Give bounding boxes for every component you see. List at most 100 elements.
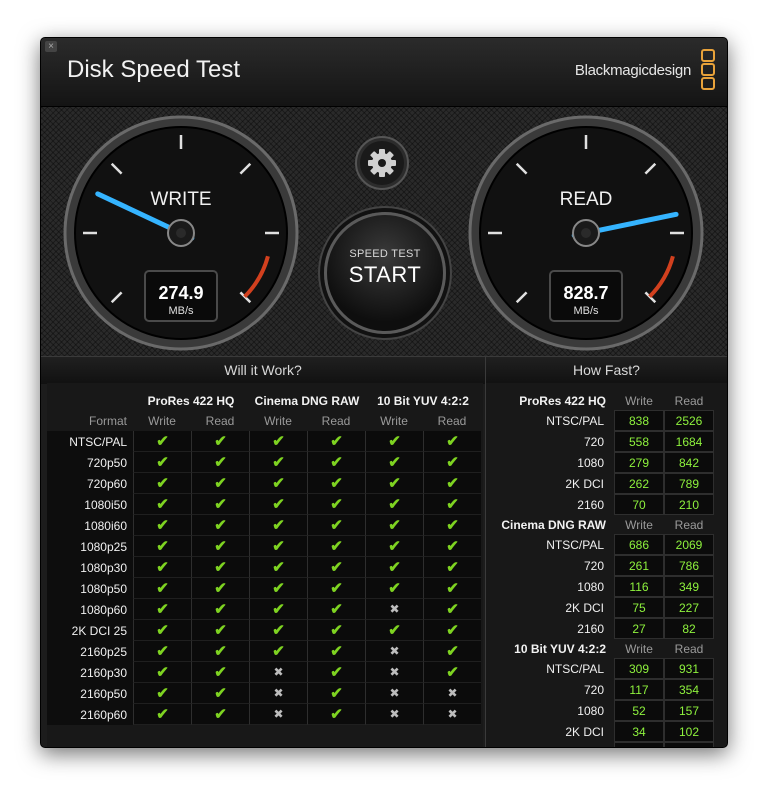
read-fps-value: 786 <box>664 555 714 576</box>
table-row: 2K DCI 25 ✔ ✔ ✔ ✔ ✔ ✔ <box>47 620 481 641</box>
checkmark-icon: ✔ <box>214 517 227 534</box>
cross-icon: ✖ <box>273 707 284 721</box>
checkmark-icon: ✔ <box>446 496 459 513</box>
settings-button[interactable] <box>354 135 410 191</box>
checkmark-icon: ✔ <box>388 622 401 639</box>
checkmark-icon: ✔ <box>446 517 459 534</box>
checkmark-icon: ✔ <box>214 643 227 660</box>
format-label: 720p50 <box>47 452 133 473</box>
checkmark-icon: ✔ <box>330 580 343 597</box>
table-row: NTSC/PAL 686 2069 <box>486 534 714 555</box>
read-fps-value: 210 <box>664 494 714 515</box>
checkmark-icon: ✔ <box>388 454 401 471</box>
write-fps-value: 34 <box>614 721 664 742</box>
table-row: NTSC/PAL ✔ ✔ ✔ ✔ ✔ ✔ <box>47 431 481 452</box>
read-fps-value: 931 <box>664 658 714 679</box>
table-row: 720 261 786 <box>486 555 714 576</box>
cross-icon: ✖ <box>389 644 400 658</box>
gauge-panel: WRITE 274.9 MB/s SPEED TEST START READ 828.… <box>41 107 727 356</box>
will-it-work-header: Will it Work? <box>41 356 485 384</box>
resolution-label: 2K DCI <box>565 600 604 615</box>
cross-icon: ✖ <box>273 665 284 679</box>
read-fps-value: 227 <box>664 597 714 618</box>
checkmark-icon: ✔ <box>214 496 227 513</box>
resolution-label: 2K DCI <box>565 724 604 739</box>
table-row: 21601237 <box>486 742 714 748</box>
checkmark-icon: ✔ <box>272 475 285 492</box>
read-fps-value: 1684 <box>664 431 714 452</box>
format-label: NTSC/PAL <box>47 431 133 452</box>
write-fps-value: 12 <box>614 742 664 747</box>
read-fps-value: 349 <box>664 576 714 597</box>
checkmark-icon: ✔ <box>388 475 401 492</box>
table-row: 2160p60 ✔ ✔ ✖ ✔ ✖ ✖ <box>47 704 481 725</box>
checkmark-icon: ✔ <box>330 475 343 492</box>
checkmark-icon: ✔ <box>330 538 343 555</box>
write-fps-value: 52 <box>614 700 664 721</box>
format-label: 2160p30 <box>47 662 133 683</box>
format-label: 1080i60 <box>47 515 133 536</box>
resolution-label: 2160 <box>486 742 614 748</box>
checkmark-icon: ✔ <box>330 622 343 639</box>
format-label: 1080p60 <box>47 599 133 620</box>
write-fps-value: 70 <box>614 494 664 515</box>
checkmark-icon: ✔ <box>330 559 343 576</box>
checkmark-icon: ✔ <box>156 643 169 660</box>
resolution-label: 1080 <box>577 455 604 470</box>
checkmark-icon: ✔ <box>330 496 343 513</box>
column-header: Write <box>380 414 408 428</box>
read-column-header: Read <box>674 393 704 408</box>
gauge-value: 274.9 <box>158 283 203 303</box>
frame-rate-table: ProRes 422 HQ Write Read NTSC/PAL 838 2526 720… <box>486 391 714 748</box>
cross-icon: ✖ <box>447 707 458 721</box>
cross-icon: ✖ <box>273 686 284 700</box>
table-row: 720 117 354 <box>486 679 714 700</box>
gear-icon <box>368 149 396 177</box>
checkmark-icon: ✔ <box>272 580 285 597</box>
checkmark-icon: ✔ <box>446 454 459 471</box>
checkmark-icon: ✔ <box>388 496 401 513</box>
resolution-label: 720 <box>583 434 604 449</box>
gauge-value: 828.7 <box>563 283 608 303</box>
checkmark-icon: ✔ <box>330 685 343 702</box>
checkmark-icon: ✔ <box>214 664 227 681</box>
write-fps-value: 262 <box>614 473 664 494</box>
format-label: 2K DCI 25 <box>47 620 133 641</box>
column-header: Read <box>321 414 351 428</box>
write-fps-value: 75 <box>614 597 664 618</box>
column-header: Write <box>148 414 176 428</box>
table-row: 1080i60 ✔ ✔ ✔ ✔ ✔ ✔ <box>47 515 481 536</box>
codec-group-title: ProRes 422 HQ <box>519 393 606 408</box>
checkmark-icon: ✔ <box>388 517 401 534</box>
format-label: 2160p50 <box>47 683 133 704</box>
how-fast-panel: ProRes 422 HQ Write Read NTSC/PAL 838 2526 720… <box>486 383 727 748</box>
gauge-hub-center <box>176 228 186 238</box>
table-row: 2K DCI 75 227 <box>486 597 714 618</box>
cross-icon: ✖ <box>447 686 458 700</box>
resolution-label: 720 <box>583 682 604 697</box>
write-fps-value: 117 <box>614 679 664 700</box>
checkmark-icon: ✔ <box>446 664 459 681</box>
write-column-header: Write <box>625 393 653 408</box>
checkmark-icon: ✔ <box>388 580 401 597</box>
checkmark-icon: ✔ <box>446 601 459 618</box>
checkmark-icon: ✔ <box>214 622 227 639</box>
group-header: ProRes 422 HQ <box>147 394 235 408</box>
cross-icon: ✖ <box>389 602 400 616</box>
close-button[interactable]: × <box>45 41 57 52</box>
read-fps-value: 789 <box>664 473 714 494</box>
write-column-header: Write <box>625 641 653 656</box>
read-fps-value: 2526 <box>664 410 714 431</box>
checkmark-icon: ✔ <box>272 496 285 513</box>
start-button[interactable]: SPEED TEST START <box>324 212 446 334</box>
checkmark-icon: ✔ <box>156 622 169 639</box>
checkmark-icon: ✔ <box>156 454 169 471</box>
checkmark-icon: ✔ <box>214 538 227 555</box>
table-row: 1080p25 ✔ ✔ ✔ ✔ ✔ ✔ <box>47 536 481 557</box>
gauge-label: READ <box>560 189 613 210</box>
checkmark-icon: ✔ <box>156 538 169 555</box>
format-label: 2160p60 <box>47 704 133 725</box>
checkmark-icon: ✔ <box>272 643 285 660</box>
format-label: 2160p25 <box>47 641 133 662</box>
write-fps-value: 27 <box>614 618 664 639</box>
